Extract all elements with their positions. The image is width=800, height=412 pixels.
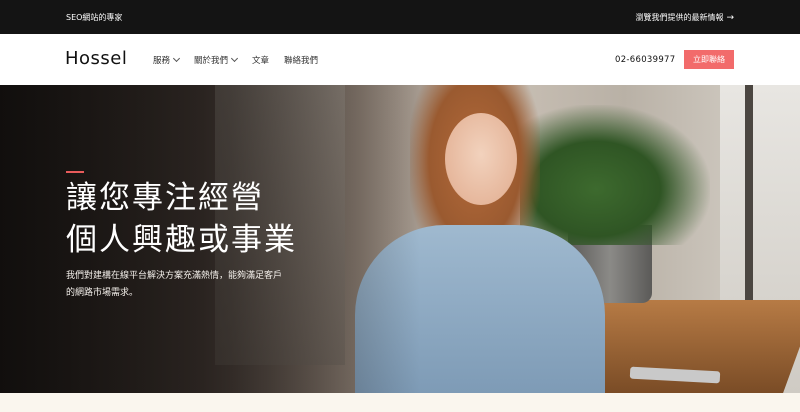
tagline: SEO網站的專家 xyxy=(66,13,123,22)
nav-menu: 服務 關於我們 文章 聯絡我們 xyxy=(153,54,318,66)
plant-leaves xyxy=(520,105,710,245)
headline-line-2: 個人興趣或事業 xyxy=(66,222,297,258)
nav-item-label: 服務 xyxy=(153,56,171,66)
nav-item-label: 文章 xyxy=(252,56,270,66)
nav-item-label: 關於我們 xyxy=(194,56,229,66)
nav-item-contact[interactable]: 聯絡我們 xyxy=(284,54,318,66)
next-section-strip xyxy=(0,393,800,412)
site-logo[interactable]: Hossel xyxy=(65,48,127,69)
subtext-line-2: 的網路市場需求。 xyxy=(66,288,139,298)
subtext-line-1: 我們對建構在線平台解決方案充滿熱情，能夠滿足客戶 xyxy=(66,271,283,281)
nav-item-about[interactable]: 關於我們 xyxy=(194,54,239,66)
headline-accent-line xyxy=(66,171,84,173)
main-navigation: Hossel 服務 關於我們 文章 聯絡我們 02-66039977 立即聯絡 xyxy=(0,34,800,85)
nav-item-articles[interactable]: 文章 xyxy=(252,54,269,66)
chevron-down-icon xyxy=(230,54,239,63)
person-face xyxy=(445,113,517,205)
hero-banner: 讓您專注經營 個人興趣或事業 我們對建構在線平台解決方案充滿熱情，能夠滿足客戶 … xyxy=(0,85,800,393)
headline-line-1: 讓您專注經營 xyxy=(66,180,264,216)
nav-item-services[interactable]: 服務 xyxy=(153,54,181,66)
latest-news-link[interactable]: 瀏覽我們提供的最新情報 → xyxy=(635,12,734,23)
chevron-down-icon xyxy=(172,54,181,63)
contact-now-button[interactable]: 立即聯絡 xyxy=(684,50,734,69)
nav-item-label: 聯絡我們 xyxy=(284,56,319,66)
arrow-right-icon: → xyxy=(726,12,734,23)
top-announcement-bar: SEO網站的專家 瀏覽我們提供的最新情報 → xyxy=(0,0,800,34)
phone-number[interactable]: 02-66039977 xyxy=(615,55,675,65)
latest-news-label: 瀏覽我們提供的最新情報 xyxy=(635,13,724,22)
hero-subtext: 我們對建構在線平台解決方案充滿熱情，能夠滿足客戶 的網路市場需求。 xyxy=(66,268,296,302)
hero-headline: 讓您專注經營 個人興趣或事業 xyxy=(66,177,297,261)
